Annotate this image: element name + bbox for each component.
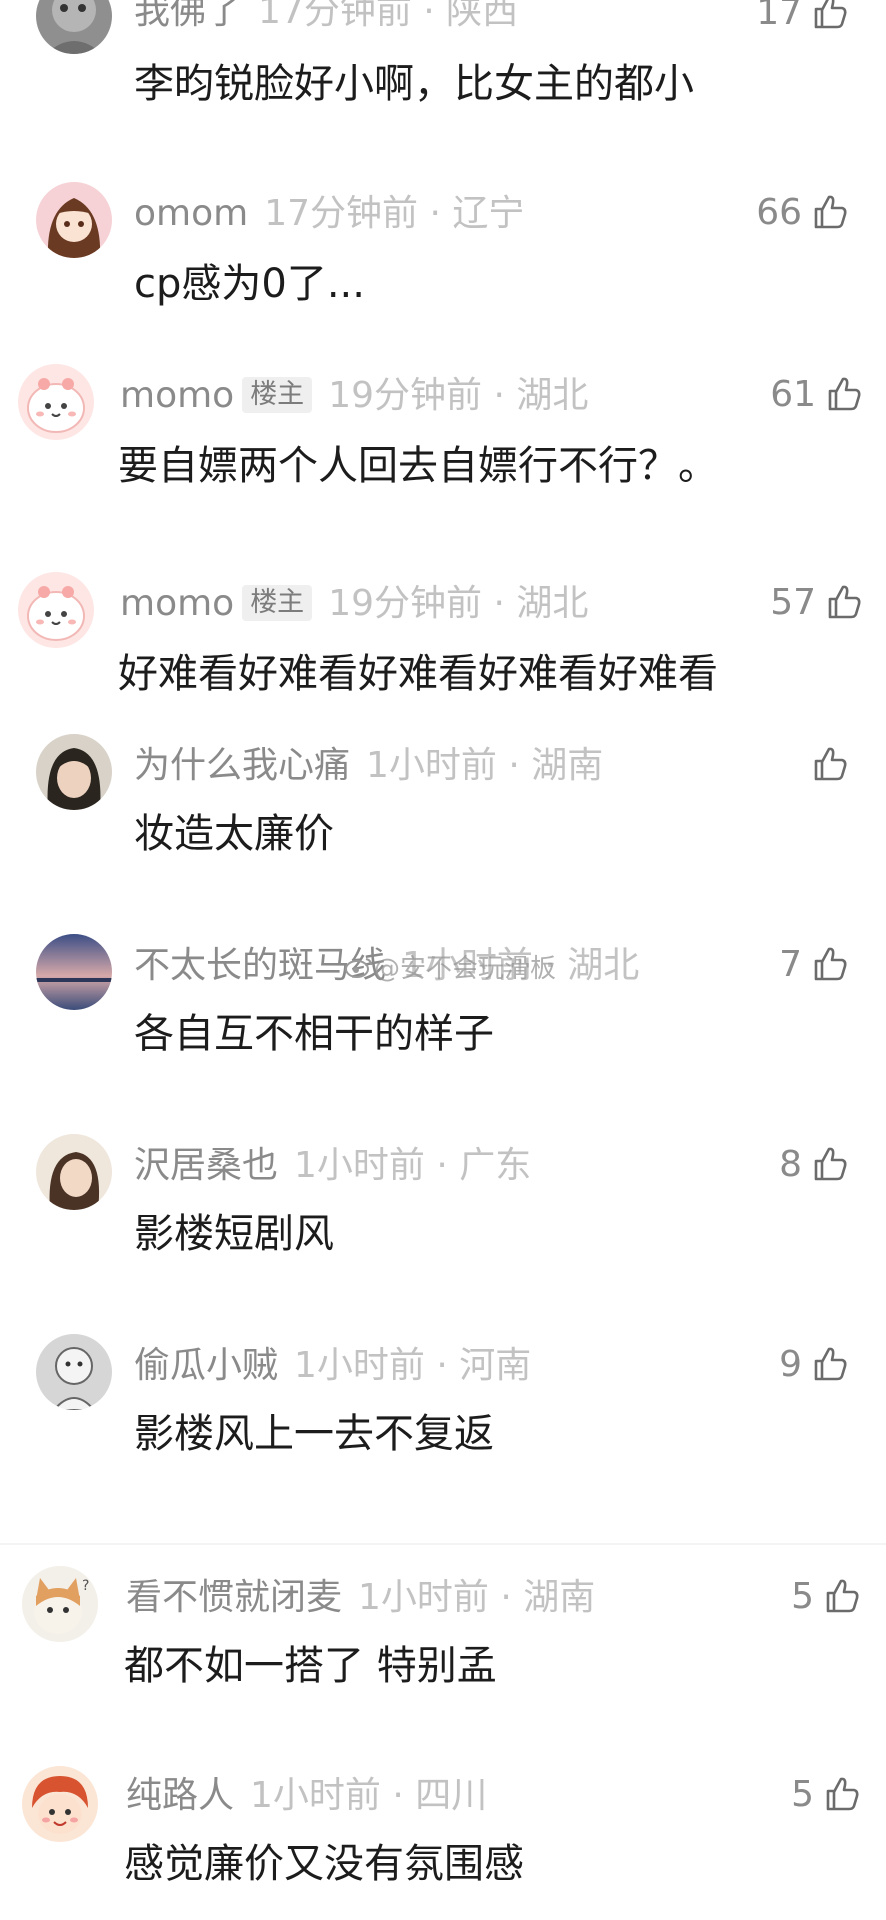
thumbs-up-icon — [828, 377, 861, 411]
comment-meta: 看不惯就闭麦 1小时前 · 湖南 — [126, 1576, 595, 1620]
comment-text: cp感为0了... — [134, 261, 365, 307]
thumbs-up-icon — [814, 195, 847, 229]
avatar[interactable] — [18, 572, 94, 648]
op-badge: 楼主 — [242, 377, 313, 413]
username[interactable]: momo — [120, 583, 234, 624]
username[interactable]: omom — [134, 193, 248, 234]
comment-text: 好难看好难看好难看好难看好难看 — [118, 651, 718, 697]
like-button[interactable]: 61 — [770, 372, 864, 416]
like-button[interactable]: 5 — [791, 1574, 862, 1618]
watermark-text: @安不会玩滑板 — [374, 954, 557, 984]
username[interactable]: 为什么我心痛 — [134, 745, 350, 786]
comment-meta: omom 17分钟前 · 辽宁 — [134, 192, 524, 236]
username[interactable]: 偷瓜小贼 — [134, 1345, 278, 1386]
timestamp-location: 1小时前 · 湖南 — [366, 745, 604, 786]
comment-text: 影楼短剧风 — [134, 1211, 334, 1257]
avatar[interactable] — [36, 0, 112, 54]
weibo-icon — [345, 957, 372, 978]
like-count: 57 — [770, 581, 816, 623]
comment-text: 感觉廉价又没有氛围感 — [124, 1841, 524, 1887]
thumbs-up-icon — [814, 1347, 847, 1381]
comment-text: 妆造太廉价 — [134, 811, 334, 857]
avatar[interactable]: ? — [22, 1566, 98, 1642]
avatar[interactable] — [18, 364, 94, 440]
timestamp-location: 1小时前 · 四川 — [250, 1775, 488, 1816]
thumbs-up-icon — [814, 1147, 847, 1181]
avatar[interactable] — [36, 734, 112, 810]
like-button[interactable] — [802, 742, 850, 786]
like-button[interactable]: 66 — [756, 190, 850, 234]
timestamp-location: 19分钟前 · 湖北 — [328, 583, 589, 624]
like-count: 5 — [791, 1575, 814, 1617]
timestamp-location: 1小时前 · 河南 — [294, 1345, 532, 1386]
like-count: 17 — [756, 0, 802, 33]
like-button[interactable]: 8 — [779, 1142, 850, 1186]
thumbs-up-icon — [826, 1579, 859, 1613]
like-button[interactable]: 5 — [791, 1772, 862, 1816]
avatar[interactable] — [22, 1766, 98, 1842]
comment-meta: momo 楼主 19分钟前 · 湖北 — [120, 374, 588, 418]
username[interactable]: 纯路人 — [126, 1775, 234, 1816]
comment-meta: 纯路人 1小时前 · 四川 — [126, 1774, 487, 1818]
timestamp-location: 17分钟前 · 陕西 — [258, 0, 519, 32]
thumbs-up-icon — [814, 747, 847, 781]
timestamp-location: 19分钟前 · 湖北 — [328, 375, 589, 416]
comment-meta: 为什么我心痛 1小时前 · 湖南 — [134, 744, 603, 788]
timestamp-location: 1小时前 · 湖南 — [358, 1577, 596, 1618]
avatar[interactable] — [36, 1134, 112, 1210]
like-count: 66 — [756, 191, 802, 233]
username[interactable]: 看不惯就闭麦 — [126, 1577, 342, 1618]
comment-text: 要自嫖两个人回去自嫖行不行？。 — [118, 443, 718, 489]
like-button[interactable]: 7 — [779, 942, 850, 986]
like-button[interactable]: 9 — [779, 1342, 850, 1386]
comment-text: 都不如一搭了 特别孟 — [124, 1643, 497, 1689]
thumbs-up-icon — [814, 947, 847, 981]
username[interactable]: 沢居桑也 — [134, 1145, 278, 1186]
comment-meta: 偷瓜小贼 1小时前 · 河南 — [134, 1344, 531, 1388]
username[interactable]: 我佛了 — [134, 0, 242, 32]
like-button[interactable]: 17 — [756, 0, 850, 34]
timestamp-location: 1小时前 · 广东 — [294, 1145, 532, 1186]
like-count: 5 — [791, 1773, 814, 1815]
avatar[interactable] — [36, 182, 112, 258]
timestamp-location: 17分钟前 · 辽宁 — [264, 193, 525, 234]
avatar[interactable] — [36, 934, 112, 1010]
watermark: @安不会玩滑板 — [344, 948, 556, 985]
comment-meta: momo 楼主 19分钟前 · 湖北 — [120, 582, 588, 626]
comment-text: 各自互不相干的样子 — [134, 1011, 494, 1057]
divider — [0, 1543, 886, 1545]
thumbs-up-icon — [814, 0, 847, 29]
op-badge: 楼主 — [242, 585, 313, 621]
like-count: 61 — [770, 373, 816, 415]
thumbs-up-icon — [826, 1777, 859, 1811]
like-button[interactable]: 57 — [770, 580, 864, 624]
svg-text:?: ? — [82, 1578, 89, 1594]
comment-meta: 沢居桑也 1小时前 · 广东 — [134, 1144, 531, 1188]
avatar[interactable] — [36, 1334, 112, 1410]
username[interactable]: momo — [120, 375, 234, 416]
like-count: 7 — [779, 943, 802, 985]
comment-text: 李昀锐脸好小啊，比女主的都小 — [134, 61, 694, 107]
like-count: 9 — [779, 1343, 802, 1385]
like-count: 8 — [779, 1143, 802, 1185]
comment-text: 影楼风上一去不复返 — [134, 1411, 494, 1457]
comment-meta: 我佛了 17分钟前 · 陕西 — [134, 0, 518, 34]
thumbs-up-icon — [828, 585, 861, 619]
